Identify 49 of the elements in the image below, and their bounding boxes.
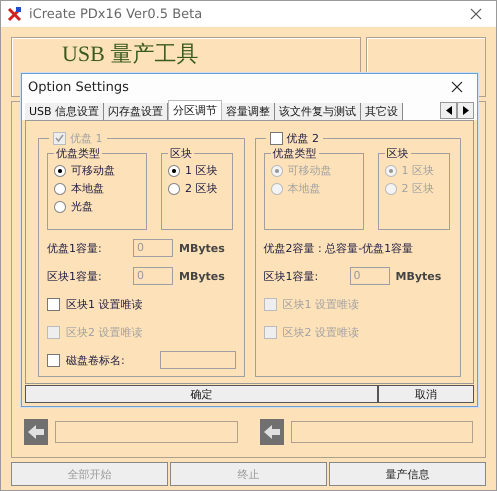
field-label: 优盘1容量: bbox=[47, 240, 103, 256]
radio-label: 可移动盘 bbox=[71, 163, 115, 178]
radio-label: 2 区块 bbox=[402, 181, 434, 196]
checkbox[interactable] bbox=[270, 132, 282, 145]
radio-label: 本地盘 bbox=[288, 181, 320, 196]
group-title: 区块 bbox=[386, 146, 410, 161]
checkbox-label: 区块2 设置唯读 bbox=[282, 324, 359, 340]
radio-label: 1 区块 bbox=[402, 163, 434, 178]
radio-label: 1 区块 bbox=[185, 163, 218, 178]
close-icon bbox=[451, 81, 463, 93]
group-title: 优盘类型 bbox=[55, 146, 101, 161]
tab[interactable]: 分区调节 bbox=[168, 100, 222, 120]
radio-label: 本地盘 bbox=[71, 181, 104, 196]
checkbox-label: 优盘 1 bbox=[70, 131, 102, 146]
radio-label: 可移动盘 bbox=[288, 163, 332, 178]
input-field[interactable] bbox=[160, 351, 236, 369]
check-icon bbox=[55, 134, 64, 143]
checkbox-label: 区块2 设置唯读 bbox=[66, 324, 142, 340]
app-icon bbox=[7, 6, 23, 22]
checkbox-label: 磁盘卷标名: bbox=[66, 352, 125, 368]
scroll-right-button[interactable] bbox=[457, 102, 474, 119]
field-label: 区块1容量: bbox=[47, 268, 103, 284]
radio-label: 光盘 bbox=[71, 199, 93, 214]
dialog-title: Option Settings bbox=[28, 80, 130, 94]
unit-label: MBytes bbox=[396, 270, 442, 282]
radio-label: 2 区块 bbox=[185, 181, 218, 196]
tab[interactable]: USB 信息设置 bbox=[25, 103, 104, 120]
logo-text: USB 量产工具 bbox=[62, 41, 198, 67]
right-triangle-icon bbox=[462, 106, 468, 115]
tab[interactable]: 其它设 bbox=[361, 103, 404, 120]
dialog-button[interactable]: 确定 bbox=[25, 385, 378, 403]
tab[interactable]: 容量调整 bbox=[222, 103, 276, 120]
field-label: 区块1容量: bbox=[264, 268, 320, 284]
tab[interactable]: 该文件复与测试 bbox=[275, 103, 362, 120]
group-title: 区块 bbox=[169, 146, 193, 161]
checkbox-label: 区块1 设置唯读 bbox=[282, 296, 359, 312]
close-icon bbox=[470, 8, 482, 20]
group-title: 优盘类型 bbox=[272, 146, 318, 161]
checkbox-label: 区块1 设置唯读 bbox=[66, 296, 142, 312]
unit-label: MBytes bbox=[179, 270, 225, 282]
capacity-note: 优盘2容量 : 总容量-优盘1容量 bbox=[264, 240, 414, 256]
main-button[interactable]: 量产信息 bbox=[329, 462, 486, 486]
checkbox-label: 优盘 2 bbox=[286, 131, 319, 146]
tab[interactable]: 闪存盘设置 bbox=[104, 103, 168, 120]
scroll-left-button[interactable] bbox=[440, 102, 457, 119]
left-triangle-icon bbox=[446, 106, 452, 115]
dialog-button[interactable]: 取消 bbox=[378, 385, 474, 403]
unit-label: MBytes bbox=[179, 242, 225, 254]
window-title: iCreate PDx16 Ver0.5 Beta bbox=[29, 6, 204, 22]
